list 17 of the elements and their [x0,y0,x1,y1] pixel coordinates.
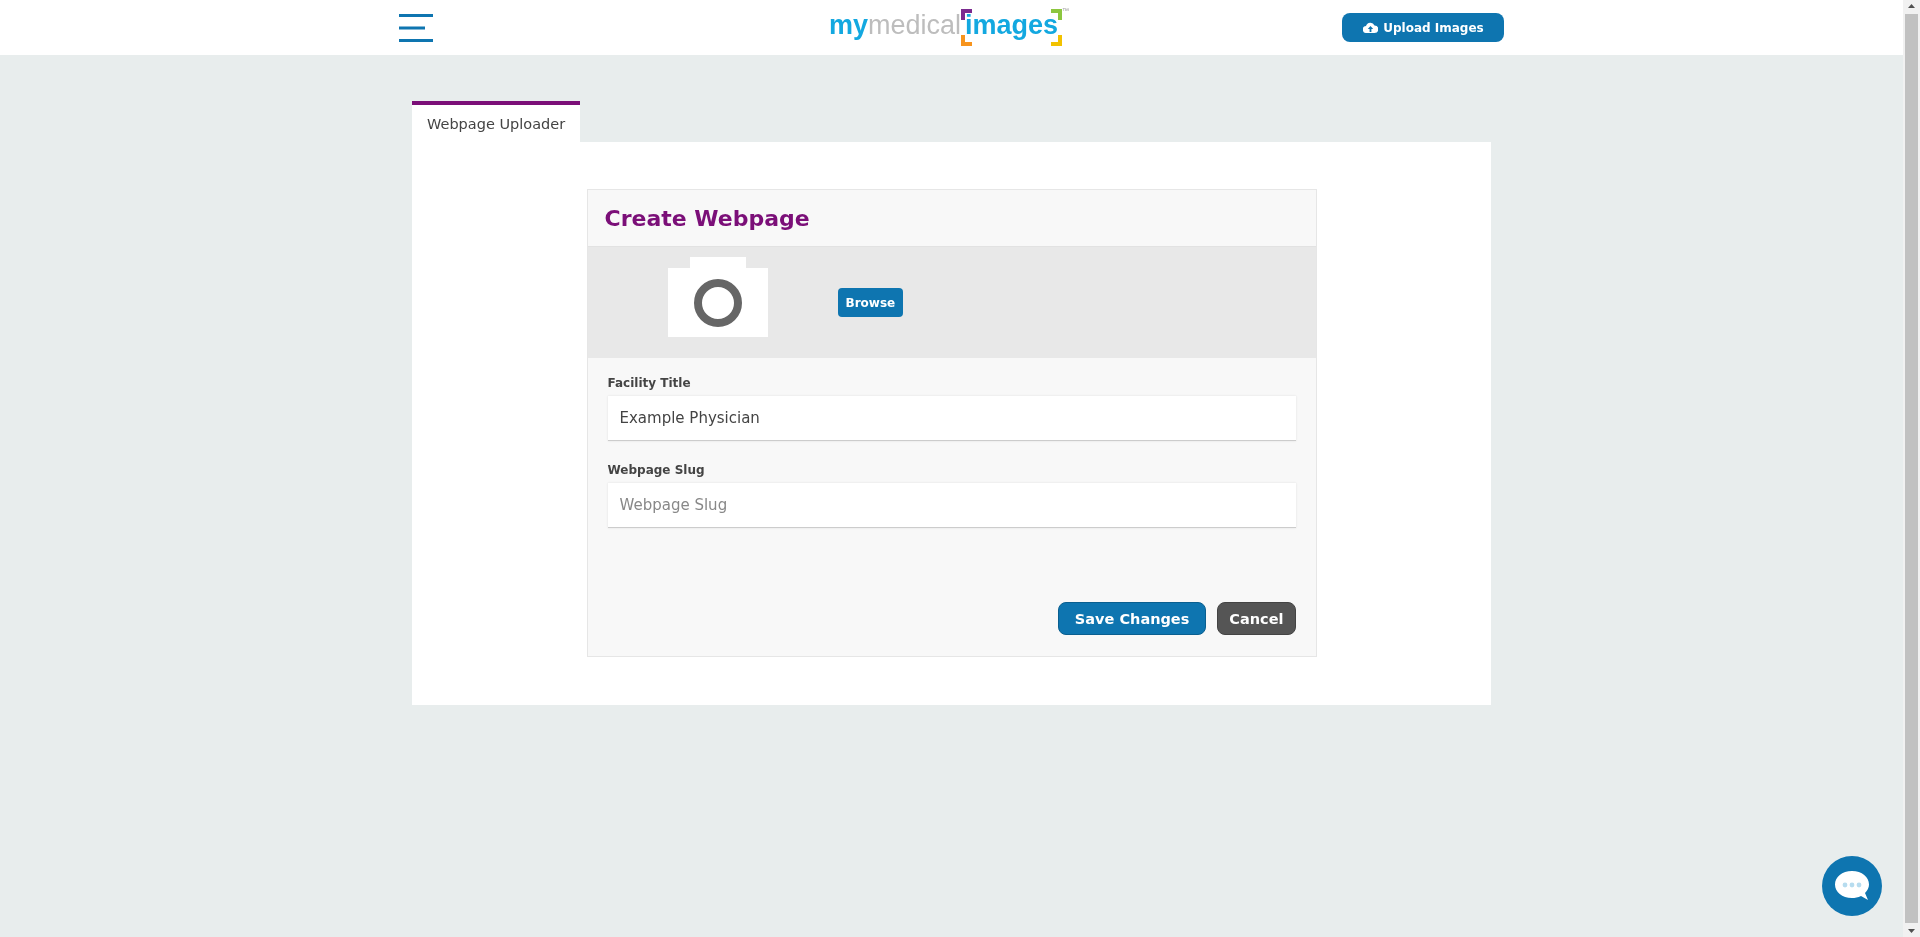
save-button[interactable]: Save Changes [1057,602,1207,635]
chat-bubble-icon [1834,870,1870,902]
tab[interactable]: Webpage Uploader [412,101,581,142]
field-label: Facility Title [607,376,692,390]
cloud-upload-icon [1363,22,1379,33]
upload-images-button[interactable]: Upload Images [1342,13,1505,42]
browse-button[interactable]: Browse [837,288,904,317]
input-field[interactable]: Example Physician [607,396,1296,441]
camera-icon [667,256,768,337]
scrollbar[interactable] [1903,0,1920,937]
scroll-thumb[interactable] [1905,14,1918,923]
cancel-button[interactable]: Cancel [1217,602,1296,635]
card-title: Create Webpage [604,205,810,231]
field-label: Webpage Slug [607,463,706,477]
chat-button[interactable] [1822,856,1882,916]
menu-icon[interactable] [398,13,433,42]
input-field[interactable]: Webpage Slug [607,483,1296,528]
